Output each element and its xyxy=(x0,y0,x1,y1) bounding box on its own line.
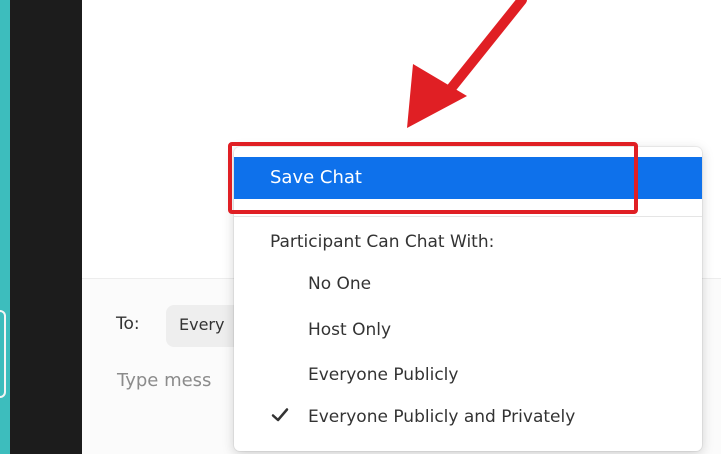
recipient-text: Every xyxy=(179,315,225,334)
everyone-publicly-and-privately-label: Everyone Publicly and Privately xyxy=(308,407,576,427)
no-one-label: No One xyxy=(308,274,372,294)
participant-chat-permissions-heading: Participant Can Chat With: xyxy=(270,232,495,252)
message-input-placeholder[interactable]: Type mess xyxy=(117,370,211,391)
checkmark-icon xyxy=(271,408,289,422)
everyone-publicly-label: Everyone Publicly xyxy=(308,365,459,385)
dark-sidebar-strip xyxy=(10,0,82,454)
chat-with-host-only-option[interactable]: Host Only xyxy=(234,309,702,351)
chat-with-everyone-publicly-and-privately-option[interactable]: Everyone Publicly and Privately xyxy=(234,396,702,438)
chat-with-no-one-option[interactable]: No One xyxy=(234,263,702,305)
host-only-label: Host Only xyxy=(308,320,392,340)
zoom-chat-screenshot: To: Every Type mess Save Chat Participan… xyxy=(0,0,721,454)
chat-with-everyone-publicly-option[interactable]: Everyone Publicly xyxy=(234,354,702,396)
to-label: To: xyxy=(116,314,140,334)
save-chat-highlight-box xyxy=(228,142,638,214)
menu-separator xyxy=(234,216,702,217)
left-window-tab xyxy=(0,310,6,398)
